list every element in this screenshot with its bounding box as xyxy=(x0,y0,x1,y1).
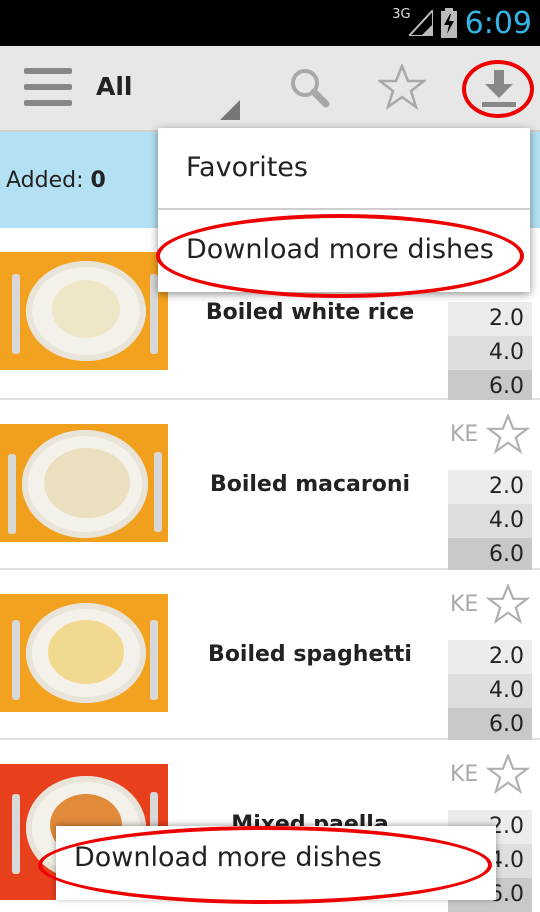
dish-unit: KE xyxy=(450,762,479,787)
highlight-circle-menu-item xyxy=(156,214,524,298)
star-icon[interactable] xyxy=(378,64,426,110)
value-3: 6.0 xyxy=(448,708,532,742)
dish-photo xyxy=(0,594,168,712)
network-type: 3G xyxy=(392,6,411,22)
value-1: 2.0 xyxy=(448,640,532,674)
dish-values: 2.0 4.0 6.0 xyxy=(448,470,532,572)
value-3: 6.0 xyxy=(448,370,532,404)
star-icon[interactable] xyxy=(486,584,530,624)
dish-values: 2.0 4.0 6.0 xyxy=(448,302,532,404)
dish-name: Boiled white rice xyxy=(205,300,415,325)
spinner-arrow-icon[interactable] xyxy=(220,100,240,120)
value-2: 4.0 xyxy=(448,336,532,370)
value-1: 2.0 xyxy=(448,470,532,504)
dish-unit: KE xyxy=(450,592,479,617)
search-icon[interactable] xyxy=(288,66,332,110)
highlight-circle-bottom xyxy=(38,826,492,904)
battery-charging-icon xyxy=(440,8,457,38)
clock: 6:09 xyxy=(464,5,532,41)
added-label: Added: xyxy=(6,168,84,193)
dish-name: Boiled spaghetti xyxy=(208,642,412,667)
value-3: 6.0 xyxy=(448,538,532,572)
value-1: 2.0 xyxy=(448,302,532,336)
signal-icon xyxy=(408,10,433,36)
menu-item-favorites[interactable]: Favorites xyxy=(158,128,530,208)
highlight-circle-download xyxy=(462,60,534,118)
dish-name: Boiled macaroni xyxy=(209,472,411,497)
star-icon[interactable] xyxy=(486,414,530,454)
added-counter: Added: 0 xyxy=(6,168,106,193)
star-icon[interactable] xyxy=(486,754,530,794)
value-2: 4.0 xyxy=(448,674,532,708)
dish-photo xyxy=(0,424,168,542)
status-bar: 3G 6:09 xyxy=(0,0,540,46)
filter-spinner-label[interactable]: All xyxy=(96,72,133,101)
list-item[interactable]: KE Boiled macaroni 2.0 4.0 6.0 xyxy=(0,400,540,572)
list-item[interactable]: KE Boiled spaghetti 2.0 4.0 6.0 xyxy=(0,570,540,742)
dish-photo xyxy=(0,252,168,370)
dish-unit: KE xyxy=(450,422,479,447)
status-icons: 3G 6:09 xyxy=(392,4,532,42)
hamburger-menu-icon[interactable] xyxy=(24,68,72,106)
action-bar: All xyxy=(0,46,540,132)
added-count: 0 xyxy=(90,168,106,193)
value-2: 4.0 xyxy=(448,504,532,538)
dish-values: 2.0 4.0 6.0 xyxy=(448,640,532,742)
